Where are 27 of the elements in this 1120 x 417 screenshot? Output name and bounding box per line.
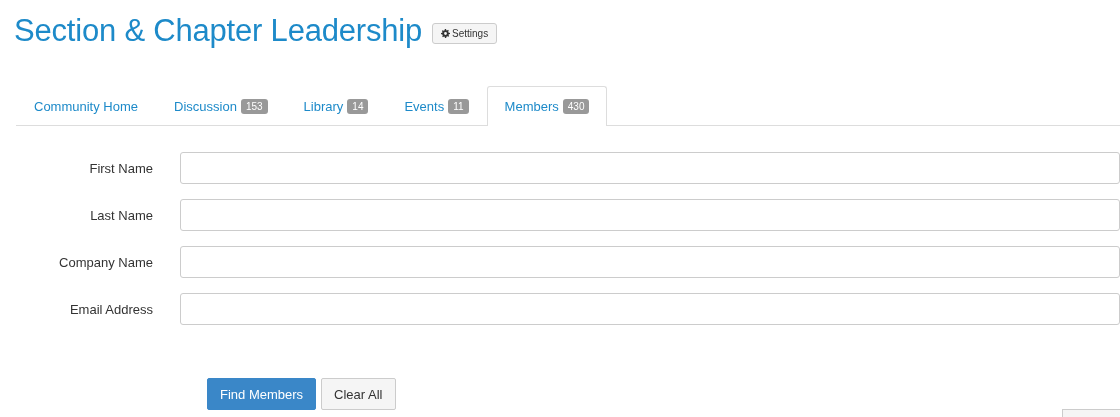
tab-label[interactable]: Discussion — [174, 98, 237, 114]
input-field[interactable] — [180, 293, 1120, 325]
field-label: First Name — [88, 160, 153, 176]
count-badge: 11 — [448, 98, 469, 114]
tab-label[interactable]: Library — [303, 98, 344, 114]
settings-icon — [441, 28, 450, 38]
count-badge: 430 — [562, 99, 590, 114]
tab[interactable]: Library 14 — [285, 86, 387, 125]
find-button[interactable]: Find Members — [207, 378, 317, 410]
tab-label[interactable]: Members — [504, 99, 559, 114]
tab-label[interactable]: Community Home — [34, 98, 139, 114]
clear-button[interactable]: Clear All — [321, 378, 396, 410]
tab[interactable]: Discussion 153 — [156, 86, 286, 125]
settings-button[interactable]: Settings — [432, 22, 498, 44]
count-badge: 14 — [347, 98, 369, 114]
field-label: Last Name — [89, 207, 153, 223]
input-field[interactable] — [180, 152, 1120, 184]
tab-label[interactable]: Events — [404, 98, 445, 114]
tab[interactable]: Community Home — [16, 86, 157, 125]
input-field[interactable] — [180, 199, 1120, 231]
field-label: Company Name — [58, 254, 153, 270]
tab[interactable]: Members 430 — [486, 86, 608, 126]
input-field[interactable] — [180, 246, 1120, 278]
tab[interactable]: Events 11 — [386, 86, 487, 125]
field-label: Email Address — [68, 301, 153, 317]
page-title: Section & Chapter Leadership — [14, 13, 422, 49]
count-badge: 153 — [240, 98, 268, 114]
